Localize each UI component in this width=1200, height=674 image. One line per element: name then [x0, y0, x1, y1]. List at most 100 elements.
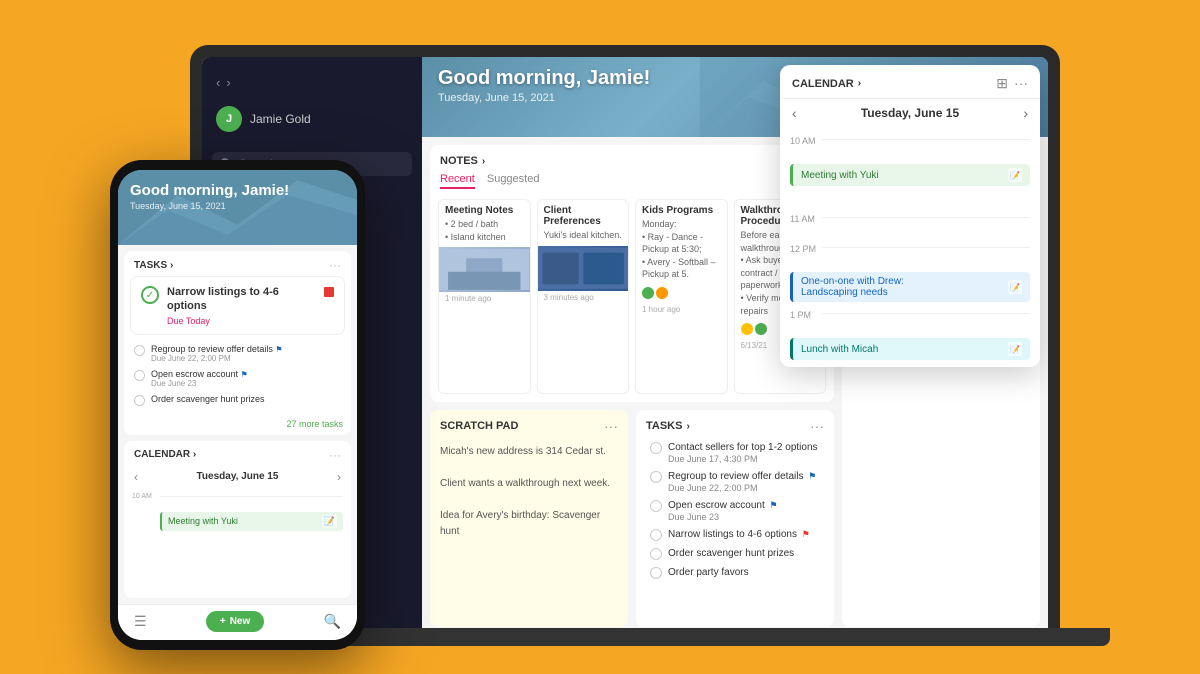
phone-menu-icon[interactable]: ☰ — [134, 613, 147, 630]
time-row: 10 AM — [780, 131, 1040, 161]
phone-task-due: Due June 23 — [151, 379, 248, 388]
flag-blue-icon: ⚑ — [770, 500, 778, 510]
phone-task-name: Regroup to review offer details ⚑ — [151, 344, 283, 354]
note-card[interactable]: Client Preferences Yuki's ideal kitchen.… — [537, 199, 630, 394]
task-highlight-card[interactable]: ✓ Narrow listings to 4-6 options Due Tod… — [130, 276, 345, 335]
tasks-header: TASKS › ··· — [636, 410, 834, 438]
flag-blue-icon: ⚑ — [808, 471, 816, 481]
calendar-nav: ‹ Tuesday, June 15 › — [780, 99, 1040, 127]
task-due: Due June 22, 2:00 PM — [668, 483, 816, 493]
phone-greeting: Good morning, Jamie! — [130, 182, 289, 199]
task-content: Open escrow account ⚑ Due June 23 — [668, 499, 778, 522]
phone-new-button[interactable]: + New — [206, 611, 264, 632]
task-radio[interactable] — [650, 567, 662, 579]
phone-calendar-event[interactable]: Meeting with Yuki 📝 — [160, 512, 343, 531]
phone-search-icon[interactable]: 🔍 — [324, 613, 341, 630]
time-line — [160, 496, 343, 497]
task-content: Order party favors — [668, 566, 749, 579]
scratch-more-icon[interactable]: ··· — [604, 418, 618, 434]
phone-cal-prev-icon[interactable]: ‹ — [134, 470, 138, 484]
event-note-icon: 📝 — [1008, 280, 1022, 294]
time-label: 1 PM — [790, 307, 822, 320]
task-highlight-due: Due Today — [167, 316, 316, 326]
task-radio[interactable] — [650, 442, 662, 454]
phone-date: Tuesday, June 15, 2021 — [130, 201, 289, 211]
nav-back-icon[interactable]: ‹ — [216, 75, 220, 90]
phone-task-content: Open escrow account ⚑ Due June 23 — [151, 369, 248, 388]
phone-event-note-icon: 📝 — [322, 515, 337, 528]
avatar-dot — [656, 287, 668, 299]
scratch-header: SCRATCH PAD ··· — [430, 410, 628, 438]
phone-cal-next-icon[interactable]: › — [337, 470, 341, 484]
note-avatars — [636, 285, 727, 303]
notes-widget-header: NOTES › ··· — [430, 145, 834, 173]
phone-calendar-nav: ‹ Tuesday, June 15 › — [124, 466, 351, 488]
tasks-more-icon[interactable]: ··· — [810, 418, 824, 434]
task-item: Contact sellers for top 1-2 options Due … — [642, 438, 828, 467]
phone-tasks-more-icon[interactable]: ··· — [329, 258, 341, 272]
checkmark-icon: ✓ — [146, 290, 154, 301]
phone-shell: Good morning, Jamie! Tuesday, June 15, 2… — [110, 160, 365, 650]
calendar-event[interactable]: Lunch with Micah 📝 — [790, 338, 1030, 360]
task-due: Due June 17, 4:30 PM — [668, 454, 818, 464]
note-card[interactable]: Meeting Notes • 2 bed / bath• Island kit… — [438, 199, 531, 394]
phone-hero-text: Good morning, Jamie! Tuesday, June 15, 2… — [130, 182, 289, 211]
phone-task-name: Open escrow account ⚑ — [151, 369, 248, 379]
calendar-panel: CALENDAR › ⊞ ··· ‹ Tuesday, June 15 › 10… — [780, 65, 1040, 367]
task-item: Order party favors — [642, 563, 828, 582]
event-title: Meeting with Yuki — [801, 170, 879, 181]
calendar-add-icon[interactable]: ⊞ — [996, 75, 1008, 92]
scratch-widget: SCRATCH PAD ··· Micah's new address is 3… — [430, 410, 628, 627]
phone-calendar-more-icon[interactable]: ··· — [329, 448, 341, 462]
notes-tabs: Recent Suggested — [430, 173, 834, 195]
phone-more-tasks[interactable]: 27 more tasks — [124, 417, 351, 435]
task-content: Contact sellers for top 1-2 options Due … — [668, 441, 818, 464]
notes-title: NOTES › — [440, 155, 485, 167]
note-card-body: Yuki's ideal kitchen. — [538, 229, 629, 246]
calendar-event[interactable]: One-on-one with Drew:Landscaping needs 📝 — [790, 272, 1030, 302]
tab-suggested[interactable]: Suggested — [487, 173, 540, 189]
task-radio[interactable] — [650, 471, 662, 483]
phone-time-row: 10 AM — [124, 490, 351, 510]
calendar-timeline: 10 AM Meeting with Yuki 📝 11 AM 12 PM — [780, 127, 1040, 367]
scratch-content[interactable]: Micah's new address is 314 Cedar st. Cli… — [430, 438, 628, 627]
note-timestamp: 1 hour ago — [636, 303, 727, 318]
phone-time-label: 10 AM — [132, 491, 160, 500]
note-card[interactable]: Kids Programs Monday:• Ray - Dance -Pick… — [635, 199, 728, 394]
note-card-title: Meeting Notes — [439, 200, 530, 218]
task-radio[interactable] — [650, 529, 662, 541]
nav-forward-icon[interactable]: › — [226, 75, 230, 90]
tab-recent[interactable]: Recent — [440, 173, 475, 189]
calendar-next-icon[interactable]: › — [1023, 105, 1028, 121]
phone-content: TASKS › ··· ✓ Narrow listings to 4-6 opt… — [118, 245, 357, 604]
notes-widget: NOTES › ··· Recent Suggested Meeting Not… — [430, 145, 834, 402]
task-text: Order party favors — [668, 566, 749, 579]
phone-tasks-list: Regroup to review offer details ⚑ Due Ju… — [124, 341, 351, 417]
calendar-prev-icon[interactable]: ‹ — [792, 105, 797, 121]
note-card-title: Client Preferences — [538, 200, 629, 229]
calendar-title: CALENDAR › — [792, 78, 861, 90]
task-radio[interactable] — [650, 500, 662, 512]
time-label: 10 AM — [790, 133, 822, 146]
calendar-event[interactable]: Meeting with Yuki 📝 — [790, 164, 1030, 186]
phone-calendar-header: CALENDAR › ··· — [124, 441, 351, 466]
notes-chevron-icon: › — [482, 156, 485, 167]
phone-task-radio[interactable] — [134, 370, 145, 381]
task-radio[interactable] — [650, 548, 662, 560]
event-title: Lunch with Micah — [801, 344, 878, 355]
phone-task-radio[interactable] — [134, 345, 145, 356]
task-highlight-container: ✓ Narrow listings to 4-6 options Due Tod… — [124, 276, 351, 341]
avatar: J — [216, 106, 242, 132]
note-card-image — [439, 247, 530, 292]
task-content: Regroup to review offer details ⚑ Due Ju… — [668, 470, 816, 493]
note-timestamp: 1 minute ago — [439, 292, 530, 307]
calendar-more-icon[interactable]: ··· — [1014, 75, 1028, 92]
task-item: Narrow listings to 4-6 options ⚑ — [642, 525, 828, 544]
task-text: Open escrow account ⚑ — [668, 499, 778, 512]
scratch-title: SCRATCH PAD — [440, 420, 518, 432]
flag-red-icon — [324, 287, 334, 297]
task-check-circle: ✓ — [141, 286, 159, 304]
phone-task-radio[interactable] — [134, 395, 145, 406]
calendar-icons: ⊞ ··· — [996, 75, 1028, 92]
note-card-title: Kids Programs — [636, 200, 727, 218]
